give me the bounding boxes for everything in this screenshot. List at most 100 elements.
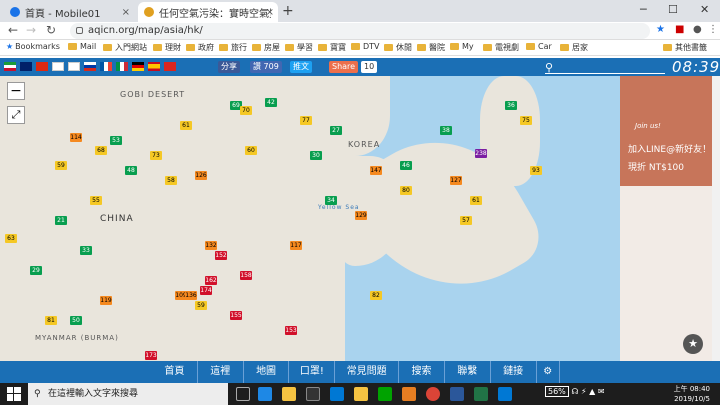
aqi-marker[interactable]: 174 bbox=[200, 286, 212, 295]
nav-search[interactable]: 搜索 bbox=[399, 361, 445, 383]
aqi-marker[interactable]: 147 bbox=[370, 166, 382, 175]
aqi-marker[interactable]: 155 bbox=[230, 311, 242, 320]
aqi-marker[interactable]: 152 bbox=[215, 251, 227, 260]
advertisement[interactable]: Join us! 加入LINE@新好友！ 現折 NT$100 ★ bbox=[620, 76, 712, 361]
windows-start-icon[interactable] bbox=[7, 387, 21, 401]
aqi-marker[interactable]: 132 bbox=[205, 241, 217, 250]
bookmark-item[interactable]: My bbox=[450, 42, 474, 51]
folder-icon[interactable] bbox=[354, 387, 368, 401]
fullscreen-button[interactable]: ⤢ bbox=[7, 106, 25, 124]
bookmark-item[interactable]: 居家 bbox=[560, 42, 588, 53]
aqi-marker[interactable]: 119 bbox=[100, 296, 112, 305]
aqi-marker[interactable]: 73 bbox=[150, 151, 162, 160]
tab-mobile01[interactable]: 首頁 - Mobile01 × bbox=[4, 2, 134, 22]
aqi-marker[interactable]: 46 bbox=[400, 161, 412, 170]
bookmark-item[interactable]: 其他書籤 bbox=[663, 42, 707, 53]
aqi-marker[interactable]: 158 bbox=[240, 271, 252, 280]
nav-contact[interactable]: 聯繫 bbox=[445, 361, 491, 383]
aqi-marker[interactable]: 129 bbox=[355, 211, 367, 220]
tab-aqicn[interactable]: 任何空氣污染：實時空氣質量指數 × bbox=[138, 2, 278, 22]
aqi-marker[interactable]: 48 bbox=[125, 166, 137, 175]
aqi-marker[interactable]: 27 bbox=[330, 126, 342, 135]
star-icon[interactable]: ★ bbox=[656, 24, 665, 35]
bookmark-item[interactable]: 入門網站 bbox=[103, 42, 147, 53]
aqi-marker[interactable]: 61 bbox=[470, 196, 482, 205]
close-tab-icon[interactable]: × bbox=[266, 7, 274, 18]
bookmark-item[interactable]: 休閒 bbox=[384, 42, 412, 53]
aqi-marker[interactable]: 58 bbox=[165, 176, 177, 185]
aqi-marker[interactable]: 55 bbox=[90, 196, 102, 205]
menu-icon[interactable]: ⋮ bbox=[708, 24, 718, 35]
bookmark-item[interactable]: 電視劇 bbox=[483, 42, 519, 53]
app-icon[interactable] bbox=[498, 387, 512, 401]
aqi-marker[interactable]: 53 bbox=[110, 136, 122, 145]
tweet-button[interactable]: 推文 bbox=[290, 61, 312, 73]
flag-korea-icon[interactable] bbox=[68, 62, 80, 71]
aqi-marker[interactable]: 127 bbox=[450, 176, 462, 185]
bookmark-item[interactable]: 政府 bbox=[186, 42, 214, 53]
bookmark-item[interactable]: DTV bbox=[351, 42, 380, 51]
aqi-marker[interactable]: 60 bbox=[245, 146, 257, 155]
minimize-button[interactable]: ─ bbox=[640, 3, 647, 16]
edge-icon[interactable] bbox=[258, 387, 272, 401]
nav-map[interactable]: 地圖 bbox=[244, 361, 290, 383]
bookmark-item[interactable]: 醫院 bbox=[417, 42, 445, 53]
nav-mask[interactable]: 口罩! bbox=[289, 361, 336, 383]
aqi-marker[interactable]: 59 bbox=[195, 301, 207, 310]
aqi-marker[interactable]: 81 bbox=[45, 316, 57, 325]
aqi-marker[interactable]: 29 bbox=[30, 266, 42, 275]
bookmark-item[interactable]: 理財 bbox=[153, 42, 181, 53]
aqi-marker[interactable]: 162 bbox=[205, 276, 217, 285]
aqi-marker[interactable]: 57 bbox=[460, 216, 472, 225]
nav-here[interactable]: 這裡 bbox=[198, 361, 244, 383]
bookmark-item[interactable]: 旅行 bbox=[219, 42, 247, 53]
aqi-marker[interactable]: 153 bbox=[285, 326, 297, 335]
system-tray[interactable]: 56% ☊ ⚡ ▲ ✉ bbox=[545, 386, 605, 397]
flag-germany-icon[interactable] bbox=[132, 62, 144, 71]
flag-uk-icon[interactable] bbox=[20, 62, 32, 71]
aqi-marker[interactable]: 82 bbox=[370, 291, 382, 300]
chrome-icon[interactable] bbox=[426, 387, 440, 401]
nav-links[interactable]: 鏈接 bbox=[491, 361, 537, 383]
taskbar-search-input[interactable]: ⚲ 在這裡輸入文字來搜尋 bbox=[28, 383, 228, 405]
aqi-marker[interactable]: 33 bbox=[80, 246, 92, 255]
aqi-marker[interactable]: 34 bbox=[325, 196, 337, 205]
nav-home[interactable]: 首頁 bbox=[152, 361, 198, 383]
close-window-button[interactable]: ✕ bbox=[700, 3, 709, 16]
share-button[interactable]: Share bbox=[329, 61, 359, 73]
bookmark-item[interactable]: 學習 bbox=[285, 42, 313, 53]
zoom-in-button[interactable]: − bbox=[7, 82, 25, 100]
profile-icon[interactable]: ● bbox=[693, 24, 702, 35]
aqi-marker[interactable]: 42 bbox=[265, 98, 277, 107]
bookmark-item[interactable]: Car bbox=[526, 42, 552, 51]
word-icon[interactable] bbox=[450, 387, 464, 401]
url-input[interactable]: aqicn.org/map/asia/hk/ bbox=[70, 23, 650, 39]
scrollbar[interactable] bbox=[712, 76, 720, 361]
favorite-star-icon[interactable]: ★ bbox=[683, 334, 703, 354]
search-input[interactable]: ⚲ bbox=[545, 61, 665, 74]
aqi-marker[interactable]: 126 bbox=[195, 171, 207, 180]
flag-japan-icon[interactable] bbox=[52, 62, 64, 71]
forward-icon[interactable]: → bbox=[26, 23, 36, 37]
aqi-marker[interactable]: 59 bbox=[55, 161, 67, 170]
excel-icon[interactable] bbox=[474, 387, 488, 401]
store-icon[interactable] bbox=[306, 387, 320, 401]
bookmark-item[interactable]: 房屋 bbox=[252, 42, 280, 53]
new-tab-button[interactable]: + bbox=[282, 3, 294, 19]
aqi-marker[interactable]: 68 bbox=[95, 146, 107, 155]
facebook-like-button[interactable]: 讚 709 bbox=[250, 61, 282, 73]
bookmark-item[interactable]: Mail bbox=[68, 42, 96, 51]
aqi-marker[interactable]: 93 bbox=[530, 166, 542, 175]
aqi-marker[interactable]: 117 bbox=[290, 241, 302, 250]
maximize-button[interactable]: ☐ bbox=[668, 3, 678, 16]
flag-italy-icon[interactable] bbox=[116, 62, 128, 71]
app-icon[interactable] bbox=[378, 387, 392, 401]
aqi-marker[interactable]: 50 bbox=[70, 316, 82, 325]
aqi-marker[interactable]: 61 bbox=[180, 121, 192, 130]
aqi-marker[interactable]: 38 bbox=[440, 126, 452, 135]
back-icon[interactable]: ← bbox=[8, 23, 18, 37]
flag-china-icon[interactable] bbox=[36, 62, 48, 71]
aqi-marker[interactable]: 75 bbox=[520, 116, 532, 125]
extension-icon[interactable]: ■ bbox=[675, 24, 684, 35]
aqi-marker[interactable]: 80 bbox=[400, 186, 412, 195]
